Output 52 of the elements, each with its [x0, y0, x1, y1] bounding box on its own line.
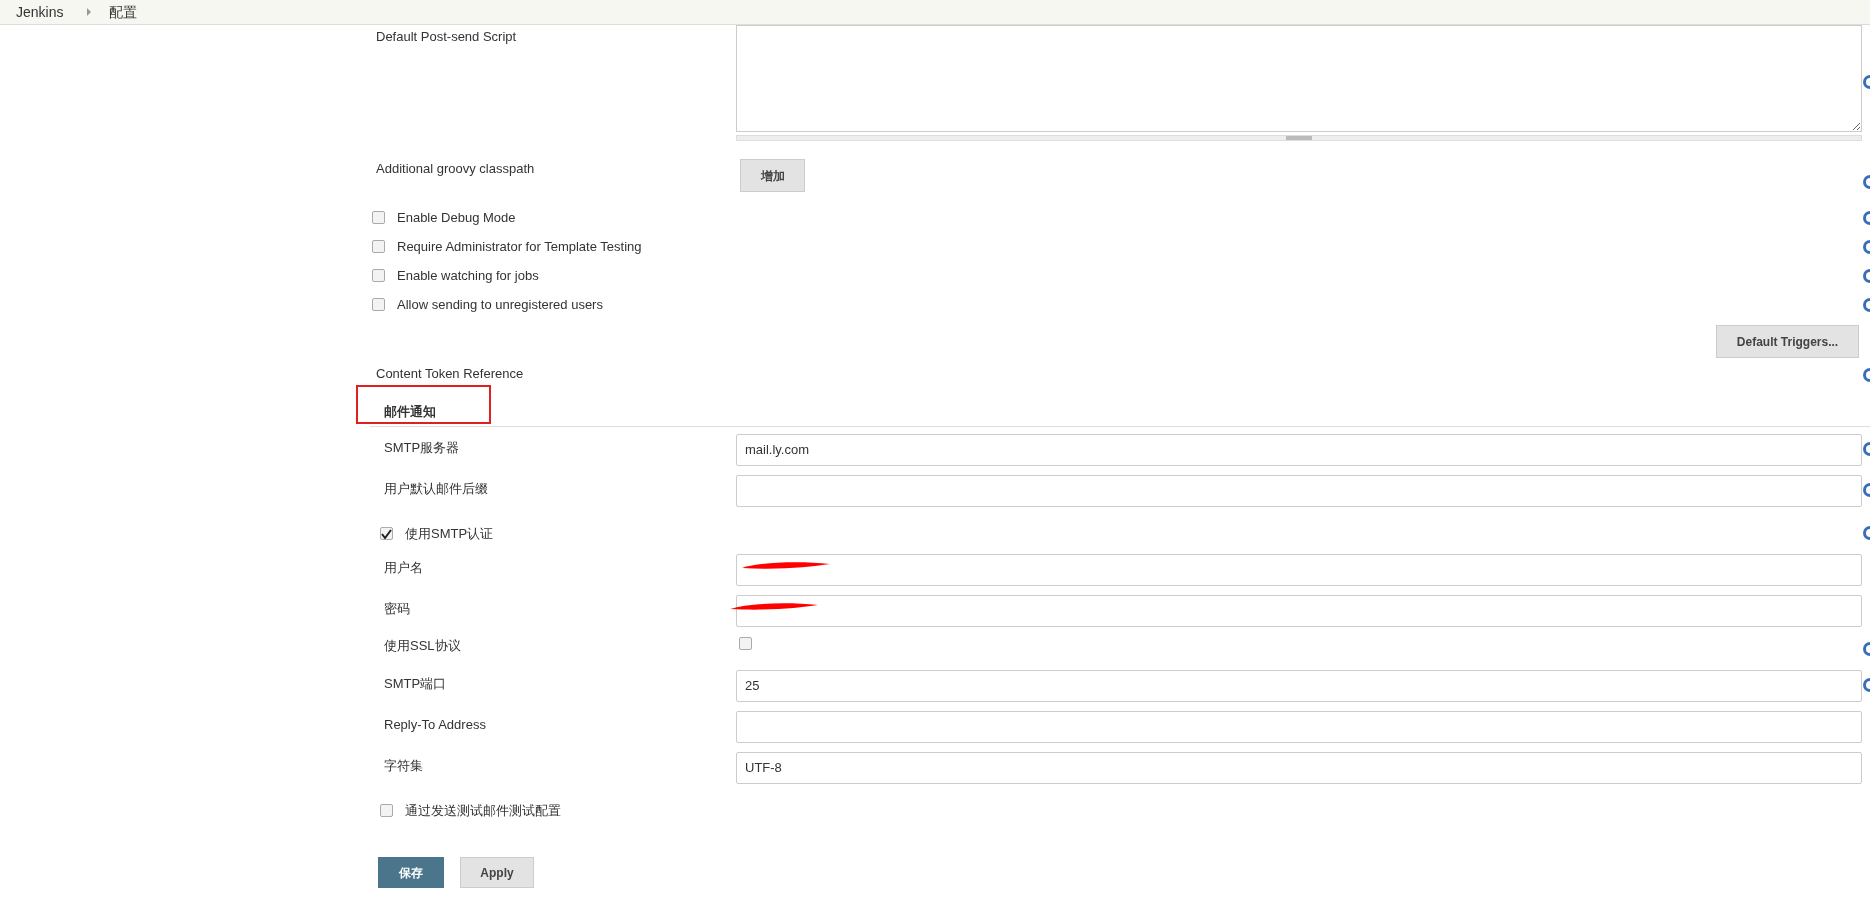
help-icon[interactable]	[1862, 269, 1870, 283]
scrollbar[interactable]	[736, 135, 1862, 141]
save-button[interactable]: 保存	[378, 856, 444, 888]
field-label: Reply-To Address	[383, 715, 487, 734]
input-field[interactable]	[736, 710, 1862, 743]
input-field[interactable]: 25	[736, 669, 1862, 702]
help-icon[interactable]	[1862, 175, 1870, 189]
help-icon[interactable]	[1862, 677, 1870, 692]
checkbox[interactable]	[739, 636, 752, 650]
checkbox-label: 使用SMTP认证	[405, 524, 494, 543]
help-icon[interactable]	[1862, 441, 1870, 456]
checkbox[interactable]	[372, 211, 385, 224]
help-icon[interactable]	[1862, 211, 1870, 225]
help-icon[interactable]	[1862, 525, 1870, 540]
checkbox-label: Enable Debug Mode	[397, 208, 516, 227]
field-label: Default Post-send Script	[375, 28, 518, 46]
apply-button[interactable]: Apply	[460, 856, 534, 888]
help-icon[interactable]	[1862, 368, 1870, 382]
checkbox[interactable]	[380, 804, 393, 817]
input-field[interactable]	[736, 474, 1862, 507]
checkbox-label: 通过发送测试邮件测试配置	[405, 801, 561, 820]
help-icon[interactable]	[1862, 641, 1870, 656]
input-field[interactable]: UTF-8	[736, 751, 1862, 784]
field-label: 密码	[383, 599, 411, 618]
field-label: 字符集	[383, 756, 424, 775]
checkbox-label: Require Administrator for Template Testing	[397, 237, 642, 256]
checkbox[interactable]	[372, 298, 385, 311]
input-field[interactable]	[736, 553, 1862, 586]
field-label: Content Token Reference	[375, 365, 525, 383]
field-label: Additional groovy classpath	[375, 160, 536, 178]
field-label: SMTP端口	[383, 674, 448, 693]
section-title: 邮件通知	[384, 404, 436, 419]
checkbox-label: Allow sending to unregistered users	[397, 295, 603, 314]
field-label: SMTP服务器	[383, 438, 461, 457]
help-icon[interactable]	[1862, 298, 1870, 312]
help-icon[interactable]	[1862, 75, 1870, 89]
chevron-icon	[87, 8, 92, 16]
breadcrumb-link[interactable]: 配置	[109, 1, 138, 23]
field-label: 使用SSL协议	[383, 636, 462, 655]
help-icon[interactable]	[1862, 482, 1870, 497]
help-icon[interactable]	[1862, 240, 1870, 254]
checkbox[interactable]	[380, 527, 393, 540]
breadcrumb-link[interactable]: Jenkins	[16, 1, 64, 23]
checkbox[interactable]	[372, 240, 385, 253]
input-field[interactable]	[736, 594, 1862, 627]
default-triggers-button[interactable]: Default Triggers...	[1716, 325, 1859, 358]
field-label: 用户默认邮件后缀	[383, 479, 489, 498]
add-button[interactable]: 增加	[740, 159, 805, 192]
input-field[interactable]: mail.ly.com	[736, 433, 1862, 466]
checkbox[interactable]	[372, 269, 385, 282]
checkbox-label: Enable watching for jobs	[397, 266, 539, 285]
field-label: 用户名	[383, 558, 424, 577]
